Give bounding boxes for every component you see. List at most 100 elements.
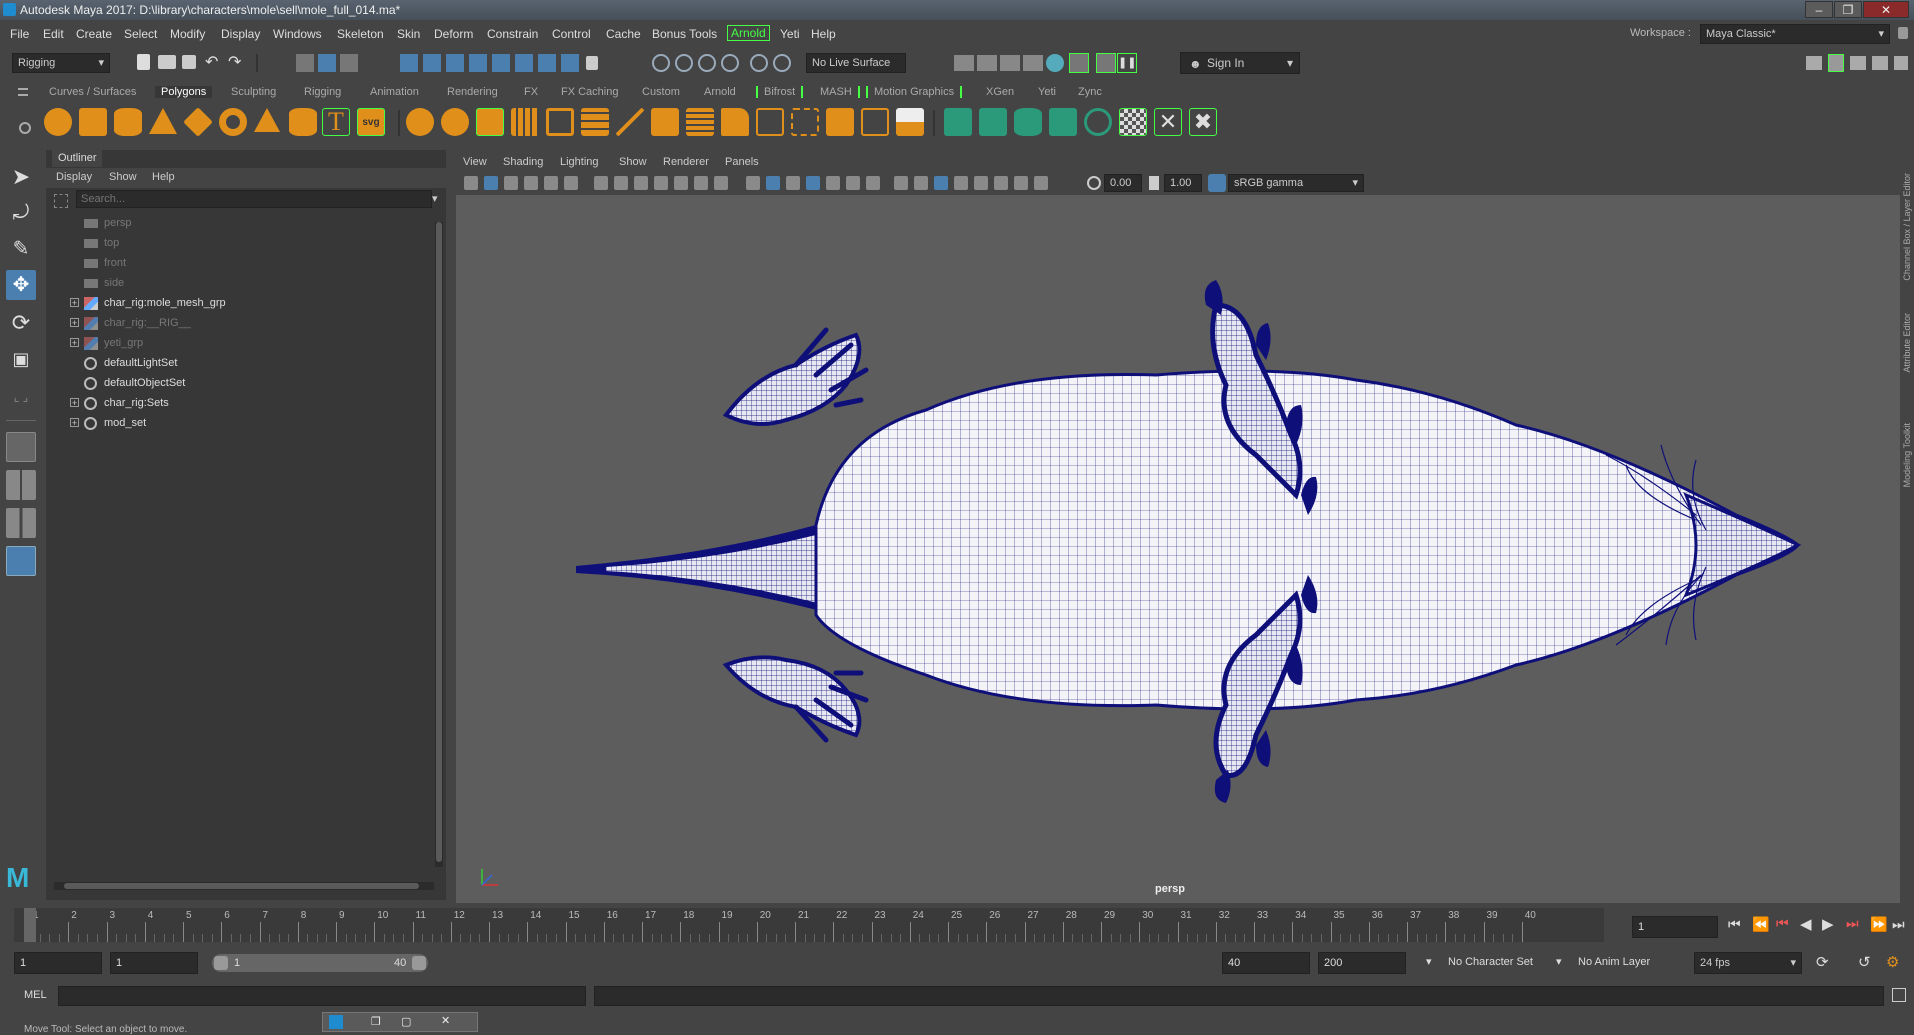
poly-svg-icon[interactable]: svg	[357, 108, 385, 136]
save-scene-icon[interactable]	[182, 55, 196, 69]
live-surface-field[interactable]: No Live Surface	[806, 53, 906, 73]
help-icon[interactable]	[561, 54, 579, 72]
magnet-icon[interactable]	[675, 54, 693, 72]
motion-blur-icon[interactable]	[914, 176, 928, 190]
average-vertices-icon[interactable]	[546, 108, 574, 136]
smooth-icon[interactable]	[511, 108, 539, 136]
sign-in-button[interactable]: ☻ Sign In ▾	[1180, 52, 1300, 74]
side-tab-channel-box[interactable]: Channel Box / Layer Editor	[1902, 173, 1912, 281]
booleans-icon[interactable]	[476, 108, 504, 136]
shelf-tab-fx[interactable]: FX	[524, 86, 538, 98]
scene-end-field[interactable]: 200	[1318, 952, 1406, 974]
mole-wireframe-mesh[interactable]	[456, 195, 1900, 875]
shelf-tab-animation[interactable]: Animation	[370, 86, 419, 98]
arnold-ipr-icon[interactable]	[1096, 53, 1116, 73]
restore-icon[interactable]: ❐	[371, 1015, 381, 1028]
camera-attributes-icon[interactable]	[484, 176, 498, 190]
poly-cone-icon[interactable]	[149, 108, 177, 134]
lasso-tool-icon[interactable]: ⤾	[6, 198, 36, 228]
mirror-icon[interactable]	[581, 108, 609, 136]
textured-icon[interactable]	[826, 176, 840, 190]
command-input[interactable]	[58, 986, 586, 1006]
step-forward-key-icon[interactable]: ⏭	[1846, 915, 1859, 932]
menu-arnold[interactable]: Arnold	[727, 25, 770, 41]
shelf-tab-rigging[interactable]: Rigging	[304, 86, 341, 98]
paint-select-tool-icon[interactable]: ✎	[6, 234, 36, 264]
rotate-tool-icon[interactable]: ⟳	[6, 308, 36, 338]
gamma-icon[interactable]	[1149, 176, 1159, 190]
menu-cache[interactable]: Cache	[606, 27, 641, 41]
gate-mask-icon[interactable]	[654, 176, 668, 190]
go-to-end-icon[interactable]: ⏭	[1892, 916, 1905, 933]
cylindrical-uv-icon[interactable]	[1014, 108, 1042, 136]
ipr-icon[interactable]	[1000, 55, 1020, 71]
shelf-menu-icon[interactable]	[18, 88, 28, 96]
toggle-layer-editor-icon[interactable]	[1894, 56, 1908, 70]
range-bar-end-handle[interactable]	[412, 956, 426, 970]
menu-display[interactable]: Display	[221, 27, 260, 41]
outliner-view-icon[interactable]	[6, 546, 36, 576]
expand-toggle-icon[interactable]: +	[70, 418, 79, 428]
side-tab-modeling-toolkit[interactable]: Modeling Toolkit	[1902, 423, 1912, 487]
toggle-attribute-editor-icon[interactable]	[1828, 54, 1844, 72]
snap-view-icon[interactable]	[469, 54, 487, 72]
four-view-icon[interactable]	[6, 470, 36, 500]
target-weld-icon[interactable]	[861, 108, 889, 136]
arnold-render-icon[interactable]	[1069, 53, 1089, 73]
bookmark-icon[interactable]	[504, 176, 518, 190]
snap-grid-icon[interactable]	[400, 54, 418, 72]
separate-icon[interactable]	[441, 108, 469, 136]
minimized-window-bar[interactable]: ❐ ▢ ✕	[322, 1012, 478, 1032]
outliner-item[interactable]: + char_rig:mole_mesh_grp	[46, 295, 436, 315]
menu-modify[interactable]: Modify	[170, 27, 205, 41]
exposure-icon[interactable]	[1087, 176, 1101, 190]
time-ruler[interactable]: 1234567891011121314151617181920212223242…	[14, 908, 1604, 942]
2d-pan-zoom-icon[interactable]	[544, 176, 558, 190]
poly-pyramid-icon[interactable]	[254, 108, 280, 132]
menu-skeleton[interactable]: Skeleton	[337, 27, 384, 41]
menu-skin[interactable]: Skin	[397, 27, 420, 41]
poly-plane-icon[interactable]	[183, 107, 213, 137]
shelf-tab-curves-surfaces[interactable]: Curves / Surfaces	[49, 86, 136, 98]
last-tool-icon[interactable]: ⌞ ⌟	[6, 382, 36, 412]
sew-uv-icon[interactable]: ✖	[1189, 108, 1217, 136]
menu-yeti[interactable]: Yeti	[780, 27, 800, 41]
shelf-tab-sculpting[interactable]: Sculpting	[231, 86, 276, 98]
outliner-filter-icon[interactable]	[54, 194, 68, 208]
outliner-tab[interactable]: Outliner	[52, 150, 102, 167]
poly-cylinder-icon[interactable]	[114, 108, 142, 136]
poly-pipe-icon[interactable]	[289, 108, 317, 136]
xray-joints-icon[interactable]	[1014, 176, 1028, 190]
select-by-object-icon[interactable]	[318, 54, 336, 72]
shelf-tab-mash[interactable]: MASH	[816, 86, 860, 98]
close-icon[interactable]: ✕	[441, 1014, 450, 1027]
viewport-menu-lighting[interactable]: Lighting	[560, 156, 599, 168]
hypershade-icon[interactable]	[1046, 54, 1064, 72]
playback-start-field[interactable]: 1	[110, 952, 198, 974]
xray-components-icon[interactable]	[1034, 176, 1048, 190]
menu-help[interactable]: Help	[811, 27, 836, 41]
playback-end-field[interactable]: 40	[1222, 952, 1310, 974]
append-polygon-icon[interactable]	[826, 108, 854, 136]
snap-surface-icon[interactable]	[492, 54, 510, 72]
outliner-item[interactable]: defaultObjectSet	[46, 375, 436, 395]
soft-select-icon[interactable]	[698, 54, 716, 72]
shelf-tab-arnold[interactable]: Arnold	[704, 86, 736, 98]
bridge-icon[interactable]	[686, 108, 714, 136]
scale-tool-icon[interactable]: ▣	[6, 344, 36, 374]
wireframe-icon[interactable]	[746, 176, 760, 190]
outliner-item[interactable]: front	[46, 255, 436, 275]
grid-icon[interactable]	[594, 176, 608, 190]
viewport-menu-renderer[interactable]: Renderer	[663, 156, 709, 168]
lock-icon[interactable]	[1898, 27, 1908, 39]
select-camera-icon[interactable]	[464, 176, 478, 190]
render-frame-icon[interactable]	[954, 55, 974, 71]
color-space-dropdown[interactable]: sRGB gamma ▾	[1228, 174, 1364, 192]
step-forward-frame-icon[interactable]: ⏩	[1870, 916, 1887, 933]
multi-cut-icon[interactable]	[616, 108, 644, 136]
menuset-dropdown[interactable]: Rigging ▾	[12, 53, 110, 73]
outliner-menu-help[interactable]: Help	[152, 171, 175, 183]
outliner-vertical-scrollbar[interactable]	[435, 222, 443, 867]
open-scene-icon[interactable]	[158, 55, 176, 69]
close-button[interactable]: ✕	[1863, 1, 1909, 18]
